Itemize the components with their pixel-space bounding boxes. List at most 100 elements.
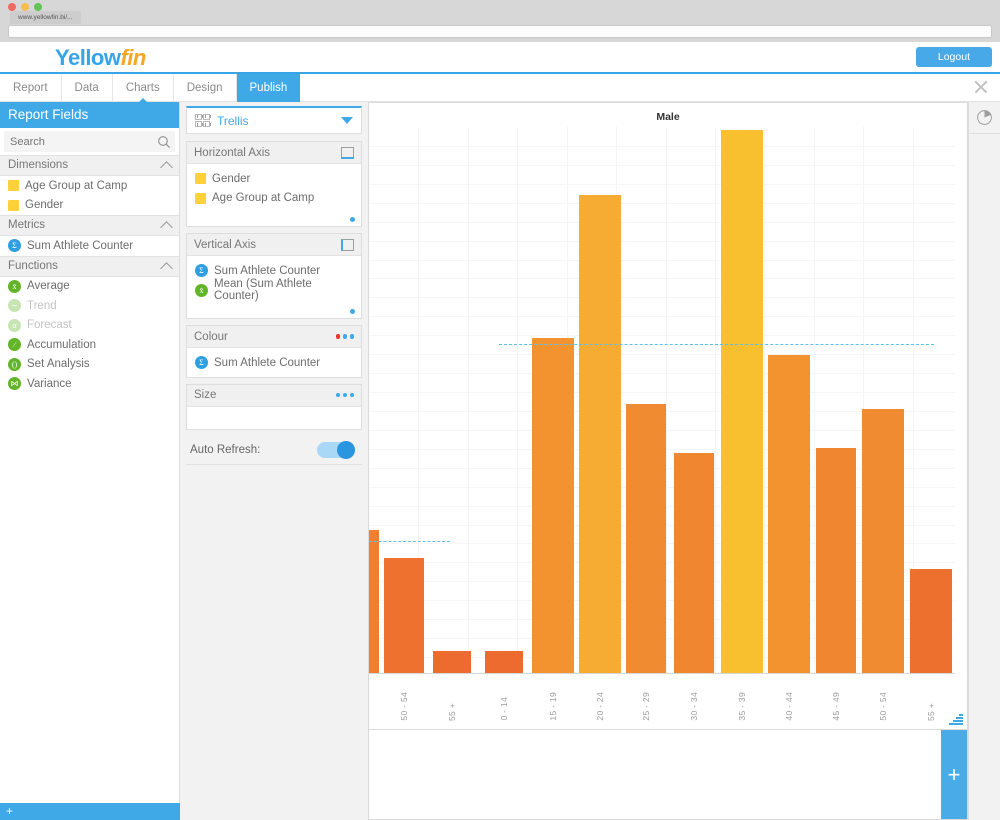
- bar[interactable]: [485, 651, 523, 673]
- wave-icon: ∼: [8, 299, 21, 313]
- card-vertical-axis: Vertical Axis Σ Sum Athlete Counter x̄ Mean …: [186, 233, 362, 319]
- bar[interactable]: [862, 409, 904, 673]
- search-input[interactable]: [4, 131, 152, 152]
- auto-refresh-toggle[interactable]: [317, 440, 355, 459]
- section-label: Dimensions: [8, 159, 69, 171]
- card-size: Size: [186, 383, 362, 430]
- card-header: Colour: [187, 326, 361, 348]
- colour-dots-icon[interactable]: [335, 334, 354, 339]
- field-label: Sum Athlete Counter: [27, 239, 134, 252]
- pie-chart-glyph: [977, 110, 992, 125]
- tab-design[interactable]: Design: [174, 74, 237, 102]
- bar[interactable]: [384, 557, 424, 673]
- bar[interactable]: [579, 195, 621, 673]
- tab-report[interactable]: Report: [0, 74, 62, 102]
- minimize-window-icon[interactable]: [21, 3, 29, 11]
- close-icon[interactable]: [972, 78, 990, 96]
- app-header: Yellowfin Logout: [0, 42, 1000, 74]
- card-colour: Colour Σ Sum Athlete Counter: [186, 325, 362, 378]
- maximize-window-icon[interactable]: [34, 3, 42, 11]
- dot: [349, 392, 354, 398]
- close-window-icon[interactable]: [8, 3, 16, 11]
- card-field-label: Sum Athlete Counter: [214, 356, 321, 369]
- search-icon[interactable]: [152, 131, 175, 152]
- tab-publish[interactable]: Publish: [236, 74, 301, 102]
- field-label: Age Group at Camp: [25, 179, 128, 192]
- drop-indicator-icon: [350, 217, 355, 222]
- size-dots-icon[interactable]: [335, 392, 354, 398]
- field-item[interactable]: Σ Sum Athlete Counter: [0, 236, 179, 256]
- section-header-dimensions[interactable]: Dimensions: [0, 155, 179, 176]
- bar[interactable]: [816, 447, 856, 673]
- browser-tab[interactable]: www.yellowfin.bi/...: [10, 11, 81, 24]
- yellow-square-icon: [8, 199, 19, 211]
- card-dropzone[interactable]: [187, 407, 361, 429]
- chevron-up-icon[interactable]: [160, 261, 173, 275]
- bar[interactable]: [721, 129, 763, 673]
- card-field-item[interactable]: x̄ Mean (Sum Athlete Counter): [187, 278, 361, 303]
- field-label: Trend: [27, 299, 57, 312]
- add-field-button[interactable]: +: [0, 803, 180, 820]
- field-item[interactable]: ∕ Accumulation: [0, 335, 179, 355]
- bar[interactable]: [674, 453, 714, 673]
- vertical-axis-icon[interactable]: [341, 238, 354, 251]
- x-axis-label: 20 - 24: [595, 692, 605, 721]
- card-title: Vertical Axis: [194, 238, 256, 251]
- browser-url-bar[interactable]: [8, 25, 992, 38]
- report-fields-panel: Report Fields Dimensions Age Group at Cam…: [0, 102, 180, 820]
- field-item[interactable]: α Forecast: [0, 316, 179, 336]
- dot: [335, 392, 340, 398]
- axis-cards: Horizontal Axis Gender Age Group at Camp Ve…: [186, 141, 362, 430]
- card-header: Size: [187, 384, 361, 407]
- bar[interactable]: [910, 568, 952, 673]
- field-item[interactable]: Gender: [0, 196, 179, 216]
- bar[interactable]: [768, 354, 810, 673]
- card-field-item[interactable]: Σ Sum Athlete Counter: [187, 353, 361, 373]
- field-item[interactable]: ⋈ Variance: [0, 374, 179, 394]
- field-item[interactable]: ∼ Trend: [0, 296, 179, 316]
- card-header: Vertical Axis: [187, 234, 361, 256]
- card-field-item[interactable]: Gender: [187, 169, 361, 189]
- field-label: Forecast: [27, 319, 72, 332]
- variance-icon: ⋈: [8, 377, 21, 391]
- card-dropzone[interactable]: Σ Sum Athlete Counter x̄ Mean (Sum Athlete …: [187, 256, 361, 318]
- x-axis-label: 45 - 49: [831, 692, 841, 721]
- report-fields-title: Report Fields: [0, 102, 179, 128]
- chart-title: Male: [656, 111, 680, 123]
- chevron-up-icon[interactable]: [160, 161, 173, 174]
- tab-data[interactable]: Data: [62, 74, 113, 102]
- section-header-metrics[interactable]: Metrics: [0, 215, 179, 236]
- card-dropzone[interactable]: Gender Age Group at Camp: [187, 164, 361, 226]
- card-field-label: Mean (Sum Athlete Counter): [214, 278, 312, 303]
- bar[interactable]: [532, 338, 574, 673]
- yellow-square-icon: [195, 192, 206, 204]
- chevron-down-icon[interactable]: [341, 117, 353, 124]
- bar[interactable]: [626, 404, 666, 673]
- chart-type-selector[interactable]: Trellis: [186, 106, 362, 134]
- resize-grip-icon[interactable]: [949, 713, 963, 725]
- card-field-item[interactable]: Age Group at Camp: [187, 189, 361, 209]
- dot: [342, 392, 347, 398]
- drop-indicator-icon: [350, 309, 355, 314]
- card-dropzone[interactable]: Σ Sum Athlete Counter: [187, 348, 361, 377]
- field-item[interactable]: Age Group at Camp: [0, 176, 179, 196]
- section-header-functions[interactable]: Functions: [0, 255, 179, 277]
- horizontal-axis-icon[interactable]: [341, 146, 354, 159]
- bar[interactable]: [433, 651, 471, 673]
- trellis-icon: [195, 114, 211, 127]
- card-title: Horizontal Axis: [194, 146, 271, 159]
- logout-button[interactable]: Logout: [915, 47, 992, 67]
- field-item[interactable]: () Set Analysis: [0, 355, 179, 375]
- bracket-icon: (): [8, 357, 21, 371]
- field-item[interactable]: x̄ Average: [0, 277, 179, 297]
- tab-charts[interactable]: Charts: [113, 74, 174, 102]
- x-axis-label: 15 - 19: [548, 692, 558, 721]
- card-field-label: Sum Athlete Counter: [214, 264, 321, 277]
- pie-chart-icon[interactable]: [969, 102, 1000, 134]
- bar-series: [369, 127, 955, 674]
- x-axis-label: 30 - 34: [689, 692, 699, 721]
- bar[interactable]: [369, 530, 379, 673]
- field-label: Accumulation: [27, 338, 97, 351]
- chevron-up-icon[interactable]: [160, 221, 173, 234]
- add-chart-button[interactable]: +: [941, 730, 967, 819]
